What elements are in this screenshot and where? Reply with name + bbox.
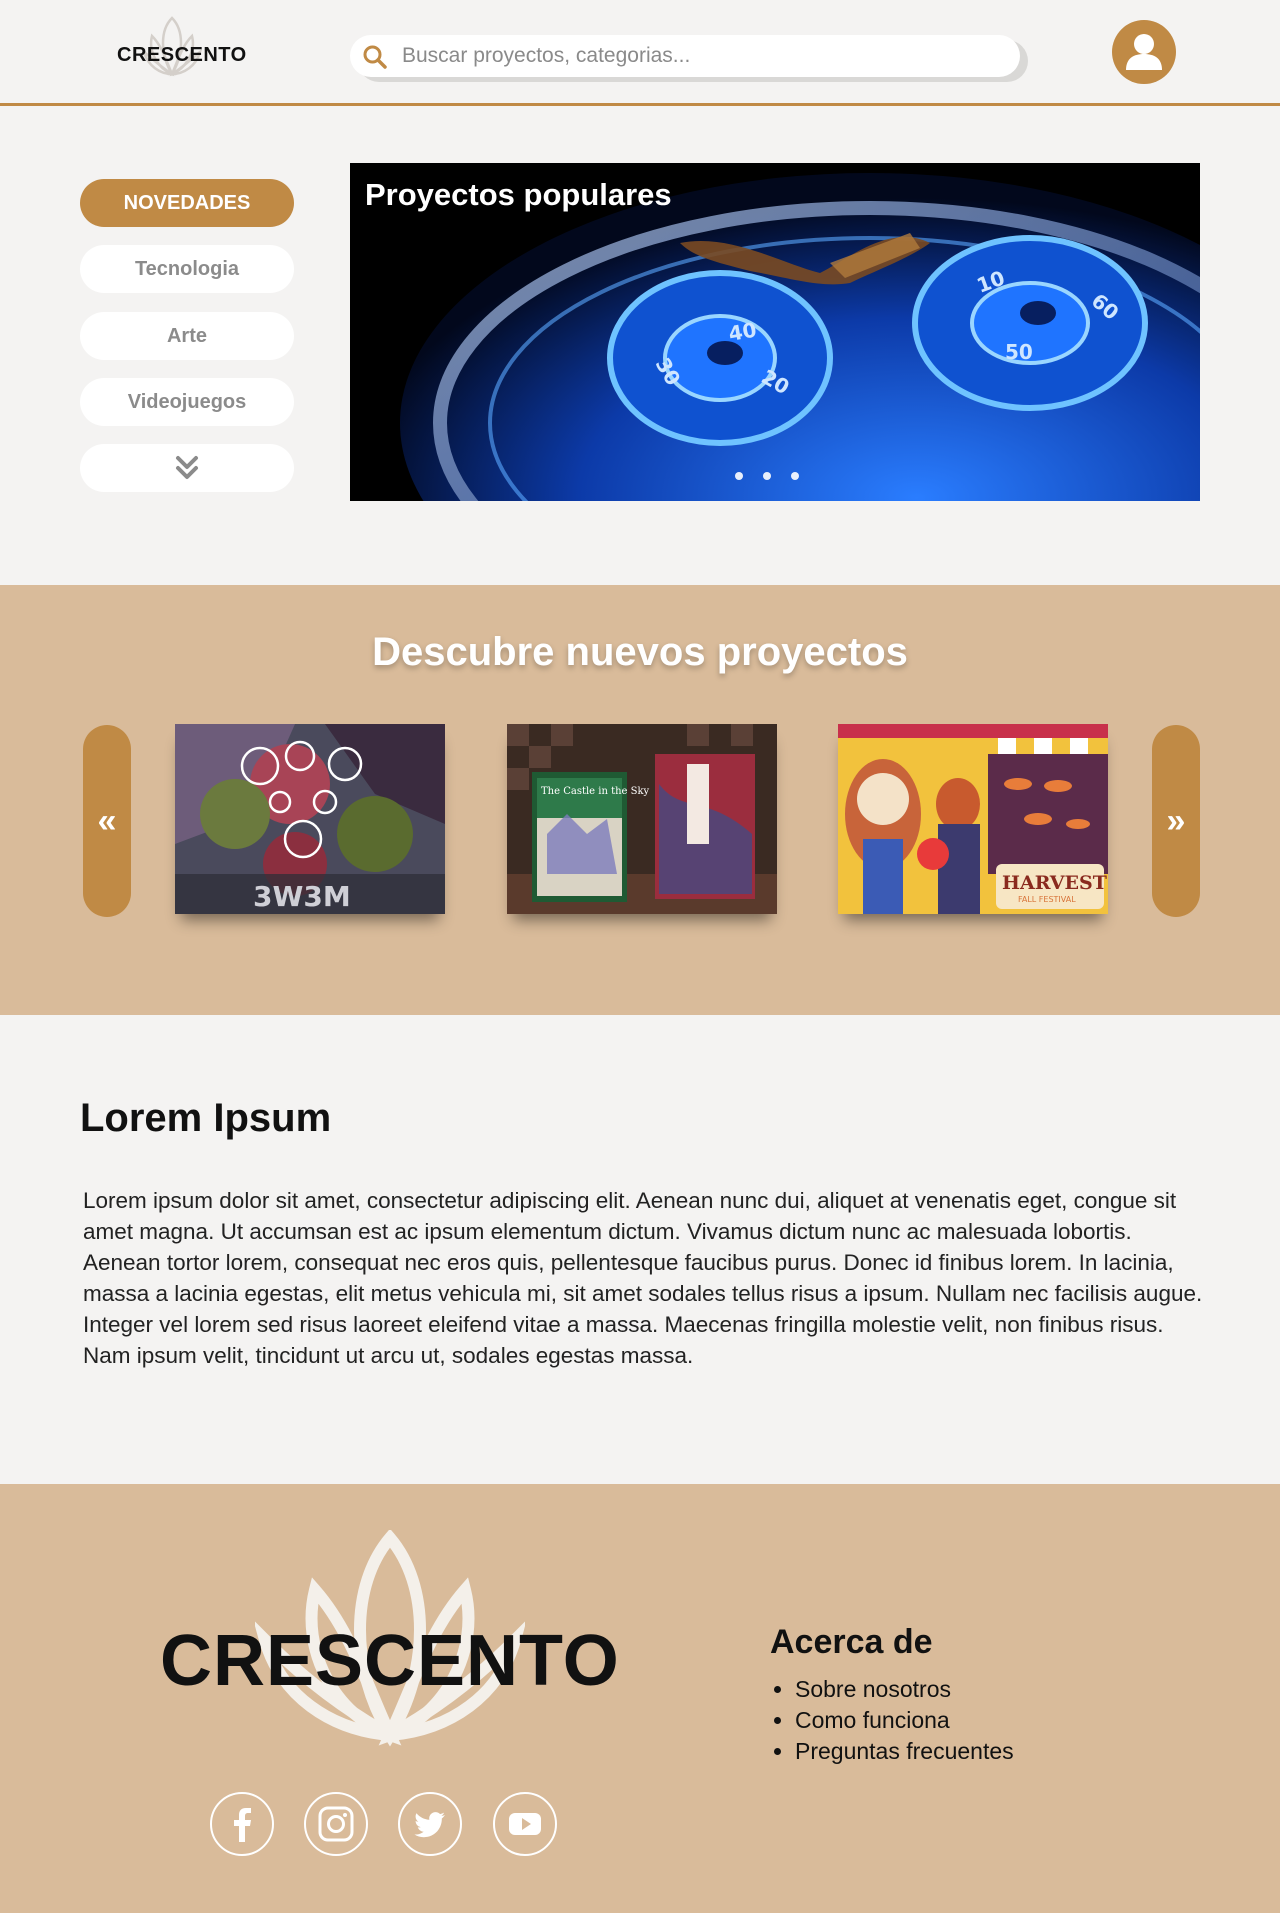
card-caption: HARVEST — [1002, 872, 1107, 894]
content-title: Lorem Ipsum — [80, 1096, 332, 1140]
about-links: Sobre nosotros Como funciona Preguntas f… — [795, 1674, 1014, 1767]
carousel-dot[interactable] — [791, 472, 799, 480]
carousel-next-button[interactable]: » — [1152, 725, 1200, 917]
about-title: Acerca de — [770, 1623, 933, 1661]
facebook-icon[interactable] — [210, 1792, 274, 1856]
youtube-icon[interactable] — [493, 1792, 557, 1856]
search-input[interactable] — [402, 41, 1002, 71]
category-novedades[interactable]: NOVEDADES — [80, 179, 294, 227]
project-card[interactable]: HARVEST FALL FESTIVAL — [838, 724, 1108, 914]
logo-text: CRESCENTO — [117, 44, 247, 66]
project-thumbnail: HARVEST FALL FESTIVAL — [838, 724, 1108, 914]
card-subcaption: FALL FESTIVAL — [1018, 895, 1076, 904]
card-caption: The Castle in the Sky — [541, 786, 650, 797]
carousel-prev-button[interactable]: « — [83, 725, 131, 917]
search-bar[interactable] — [350, 35, 1020, 77]
project-card[interactable]: The Castle in the Sky — [507, 724, 777, 914]
svg-text:40: 40 — [727, 317, 759, 345]
discover-title: Descubre nuevos proyectos — [372, 630, 908, 674]
double-chevron-down-icon — [176, 456, 198, 479]
carousel-indicators[interactable] — [735, 467, 819, 485]
svg-text:50: 50 — [1005, 340, 1033, 364]
category-tecnologia[interactable]: Tecnologia — [80, 245, 294, 293]
footer-logo-text: CRESCENTO — [160, 1621, 620, 1701]
carousel-dot[interactable] — [735, 472, 743, 480]
hero-title: Proyectos populares — [365, 177, 672, 212]
instagram-icon[interactable] — [304, 1792, 368, 1856]
user-icon — [1126, 34, 1162, 70]
carousel-dot[interactable] — [763, 472, 771, 480]
categories-expand-button[interactable] — [80, 444, 294, 492]
about-link-sobre-nosotros[interactable]: Sobre nosotros — [795, 1674, 1014, 1705]
project-card[interactable]: 3W3M — [175, 724, 445, 914]
category-arte[interactable]: Arte — [80, 312, 294, 360]
about-link-preguntas-frecuentes[interactable]: Preguntas frecuentes — [795, 1736, 1014, 1767]
category-videojuegos[interactable]: Videojuegos — [80, 378, 294, 426]
site-footer: CRESCENTO Acerca de Sobre nosotros Como … — [0, 1484, 1280, 1913]
popular-projects-carousel[interactable]: 40 20 30 10 60 50 Proyectos populares — [350, 163, 1200, 501]
user-avatar[interactable] — [1112, 20, 1176, 84]
search-icon[interactable] — [362, 44, 388, 70]
footer-logo[interactable]: CRESCENTO — [160, 1530, 620, 1760]
twitter-icon[interactable] — [398, 1792, 462, 1856]
card-caption: 3W3M — [253, 880, 351, 913]
content-body: Lorem ipsum dolor sit amet, consectetur … — [83, 1188, 1203, 1368]
about-link-como-funciona[interactable]: Como funciona — [795, 1705, 1014, 1736]
hero-image: 40 20 30 10 60 50 — [350, 163, 1200, 501]
logo[interactable]: CRESCENTO — [117, 16, 257, 86]
site-header: CRESCENTO — [0, 0, 1280, 106]
project-thumbnail: 3W3M — [175, 724, 445, 914]
discover-section: Descubre nuevos proyectos « » 3W3M The C… — [0, 585, 1280, 1015]
project-thumbnail: The Castle in the Sky — [507, 724, 777, 914]
